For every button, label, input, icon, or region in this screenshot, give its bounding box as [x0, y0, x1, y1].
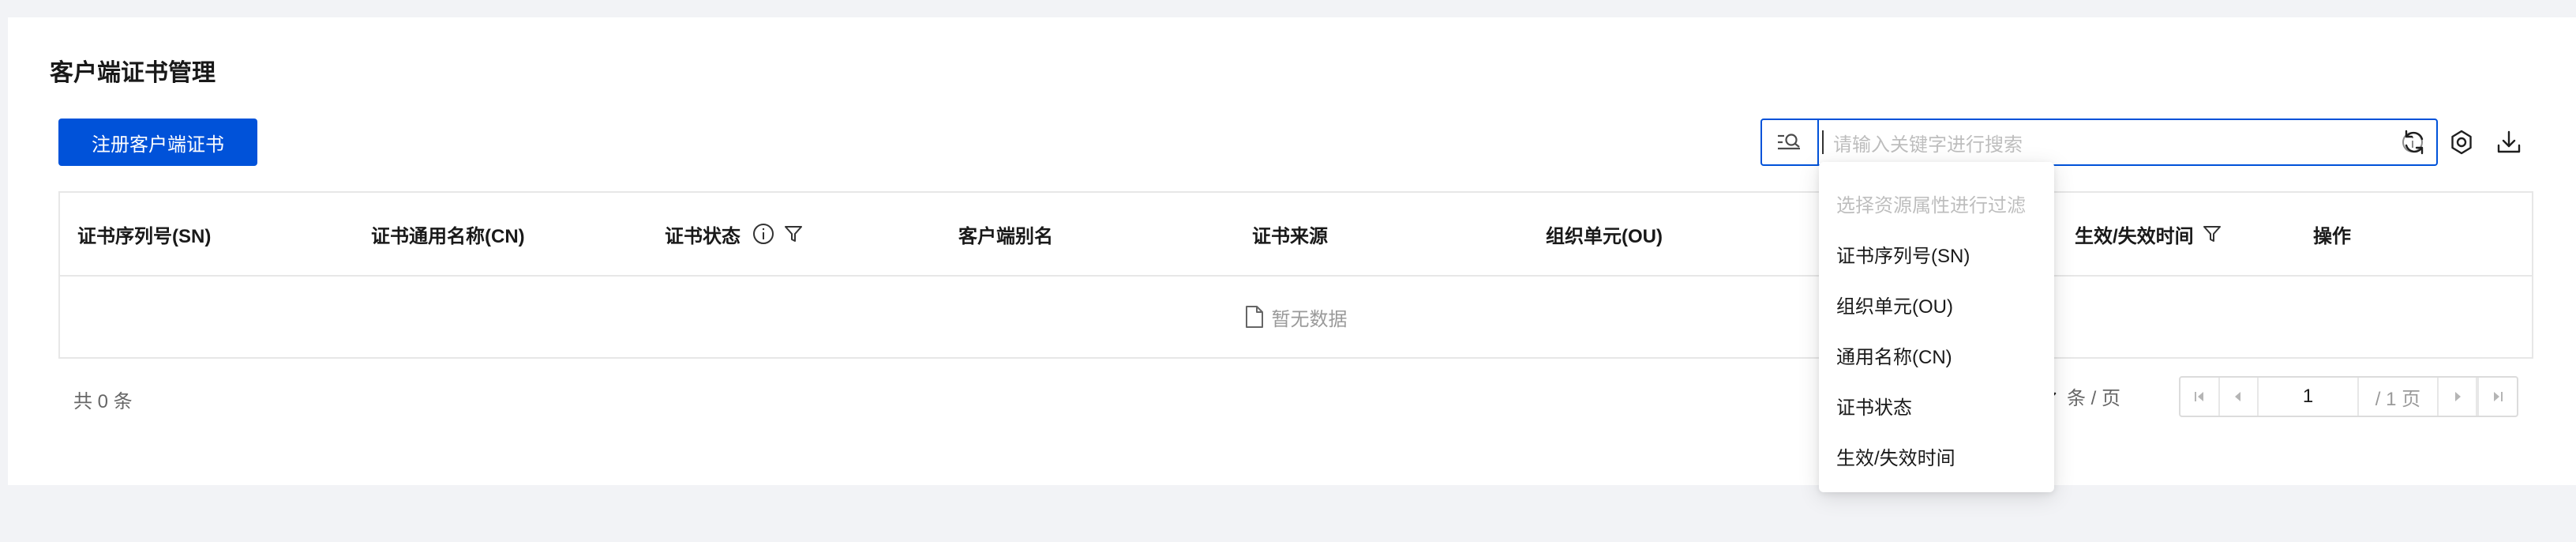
dropdown-item-ou[interactable]: 组织单元(OU): [1819, 279, 2054, 329]
page-size-label: 条 / 页: [2067, 388, 2121, 409]
column-header-alias: 客户端别名: [958, 193, 1053, 275]
filter-icon[interactable]: [783, 224, 804, 244]
refresh-icon[interactable]: [2398, 126, 2430, 158]
pagination: 1 / 1 页: [2179, 376, 2518, 417]
register-certificate-button[interactable]: 注册客户端证书: [58, 119, 257, 166]
first-page-button[interactable]: [2180, 378, 2220, 416]
dropdown-item-status[interactable]: 证书状态: [1819, 380, 2054, 431]
column-label: 生效/失效时间: [2075, 225, 2194, 247]
column-label: 操作: [2313, 225, 2351, 247]
column-label: 客户端别名: [958, 225, 1053, 247]
column-label: 组织单元(OU): [1546, 225, 1663, 247]
dropdown-item-validity[interactable]: 生效/失效时间: [1819, 431, 2054, 481]
total-count: 共 0 条: [73, 391, 133, 412]
dropdown-hint: 选择资源属性进行过滤: [1836, 194, 2026, 216]
empty-state: 暂无数据: [60, 277, 2532, 357]
page-title: 客户端证书管理: [50, 60, 216, 86]
table-header: 证书序列号(SN) 证书通用名称(CN) 证书状态 客户端别名 证书来源 组织单…: [60, 193, 2532, 277]
dropdown-item-cn[interactable]: 通用名称(CN): [1819, 329, 2054, 380]
filter-attribute-dropdown: 选择资源属性进行过滤 证书序列号(SN) 组织单元(OU) 通用名称(CN) 证…: [1819, 162, 2054, 492]
column-header-source: 证书来源: [1252, 193, 1328, 275]
column-label: 证书序列号(SN): [77, 225, 212, 247]
info-icon[interactable]: [752, 222, 775, 246]
column-header-actions: 操作: [2313, 193, 2351, 275]
filter-search-icon[interactable]: [1762, 120, 1819, 164]
download-icon[interactable]: [2493, 126, 2525, 158]
column-header-status: 证书状态: [665, 193, 804, 275]
page-number-input[interactable]: 1: [2259, 378, 2359, 416]
certificate-table: 证书序列号(SN) 证书通用名称(CN) 证书状态 客户端别名 证书来源 组织单…: [58, 191, 2533, 359]
last-page-button[interactable]: [2477, 378, 2517, 416]
filter-icon[interactable]: [2202, 224, 2222, 244]
next-page-button[interactable]: [2439, 378, 2478, 416]
text-caret: [1822, 130, 1824, 154]
column-header-validity: 生效/失效时间: [2075, 193, 2222, 275]
column-header-ou: 组织单元(OU): [1546, 193, 1663, 275]
search-input[interactable]: 请输入关键字进行搜索: [1833, 129, 2389, 156]
empty-text: 暂无数据: [1271, 308, 1348, 330]
column-header-sn: 证书序列号(SN): [77, 193, 211, 275]
settings-icon[interactable]: [2446, 126, 2477, 158]
total-pages: / 1 页: [2359, 378, 2439, 416]
column-label: 证书状态: [665, 225, 741, 247]
document-icon: [1245, 305, 1264, 329]
search-box[interactable]: 请输入关键字进行搜索: [1760, 119, 2438, 166]
column-label: 证书通用名称(CN): [371, 225, 525, 247]
prev-page-button[interactable]: [2220, 378, 2259, 416]
column-label: 证书来源: [1252, 225, 1328, 247]
dropdown-item-sn[interactable]: 证书序列号(SN): [1819, 228, 2054, 279]
column-header-cn: 证书通用名称(CN): [371, 193, 525, 275]
